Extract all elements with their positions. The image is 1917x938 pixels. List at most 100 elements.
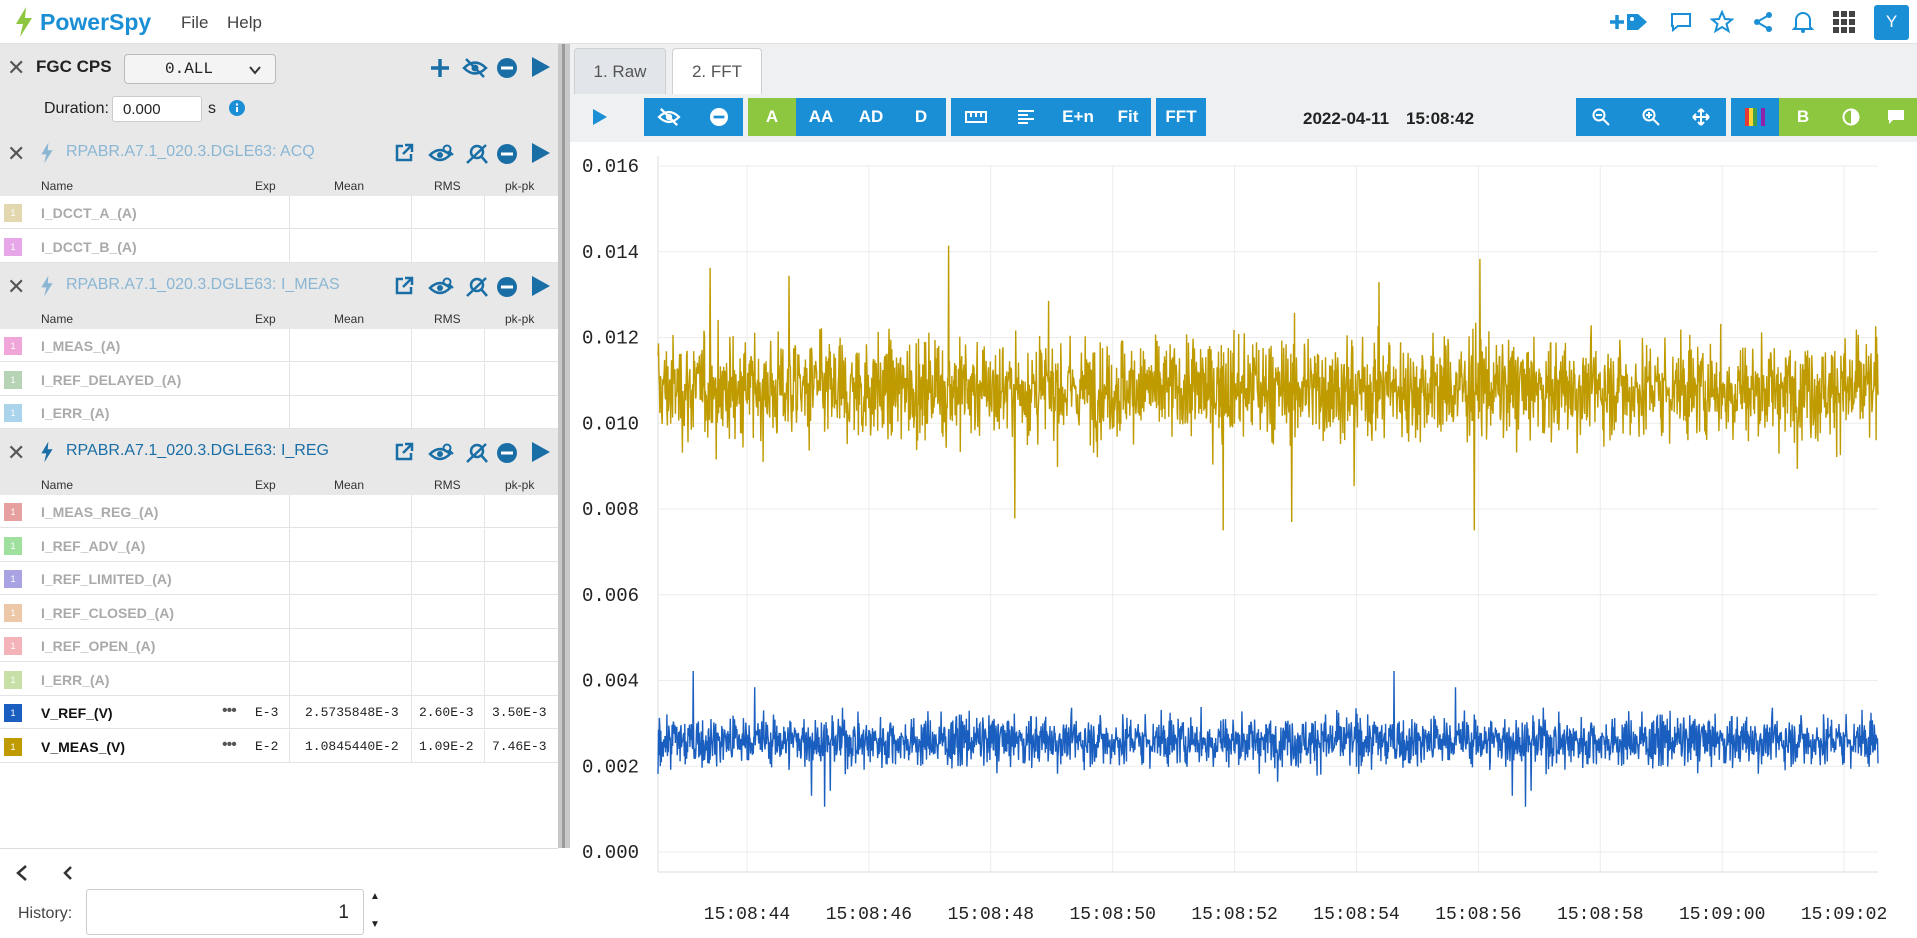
- remove-icon[interactable]: [497, 58, 517, 78]
- signal-row[interactable]: 1 I_MEAS_REG_(A): [0, 495, 558, 528]
- signal-row[interactable]: 1 I_MEAS_(A): [0, 329, 558, 362]
- chevron-left-icon[interactable]: [15, 864, 29, 882]
- info-icon[interactable]: [229, 100, 245, 116]
- palette-button[interactable]: [1731, 98, 1779, 136]
- remove-icon[interactable]: [497, 443, 517, 463]
- signal-chart[interactable]: 0.016 0.014 0.012 0.010 0.008 0.006 0.004 0.002…: [570, 142, 1917, 938]
- cell-divider: [411, 529, 412, 562]
- selector-dropdown[interactable]: 0.ALL: [124, 54, 276, 84]
- remove-icon[interactable]: [497, 277, 517, 297]
- mode-d-button[interactable]: D: [896, 98, 946, 136]
- signal-color-swatch[interactable]: 1: [4, 371, 22, 389]
- signal-color-swatch[interactable]: 1: [4, 537, 22, 555]
- popout-icon[interactable]: [394, 143, 414, 163]
- annotation-button[interactable]: [1875, 98, 1917, 136]
- zoom-eye-icon[interactable]: [428, 442, 454, 464]
- tab-raw[interactable]: 1. Raw: [574, 48, 666, 94]
- chevron-left-small-icon[interactable]: [62, 866, 74, 880]
- play-icon[interactable]: [531, 275, 551, 297]
- signal-row[interactable]: 1 I_REF_CLOSED_(A): [0, 596, 558, 629]
- duration-input[interactable]: 0.000: [112, 96, 202, 122]
- zoom-in-button[interactable]: [1626, 98, 1676, 136]
- signal-row[interactable]: 1 I_REF_ADV_(A): [0, 529, 558, 562]
- contrast-icon: [1842, 108, 1860, 126]
- zoom-slash-icon[interactable]: [464, 442, 490, 464]
- fft-button[interactable]: FFT: [1156, 98, 1206, 136]
- fit-button[interactable]: Fit: [1105, 98, 1151, 136]
- zoom-slash-icon[interactable]: [464, 143, 490, 165]
- signal-color-swatch[interactable]: 1: [4, 503, 22, 521]
- zoom-eye-icon[interactable]: [428, 276, 454, 298]
- mode-a-button[interactable]: A: [748, 98, 796, 136]
- move-icon: [1692, 108, 1710, 126]
- close-icon[interactable]: ✕: [7, 274, 25, 300]
- popout-icon[interactable]: [394, 442, 414, 462]
- signal-color-swatch[interactable]: 1: [4, 404, 22, 422]
- signal-color-swatch[interactable]: 1: [4, 238, 22, 256]
- mode-ad-button[interactable]: AD: [846, 98, 896, 136]
- group-header: ✕ RPABR.A7.1_020.3.DGLE63: I_MEAS: [0, 263, 558, 309]
- signal-row[interactable]: 1 I_REF_LIMITED_(A): [0, 562, 558, 595]
- avatar[interactable]: Y: [1874, 4, 1909, 40]
- signal-row[interactable]: 1 I_REF_OPEN_(A): [0, 629, 558, 662]
- bell-icon[interactable]: [1792, 10, 1814, 34]
- x-tick-label: 15:08:58: [1557, 905, 1643, 925]
- zoom-out-button[interactable]: [1576, 98, 1626, 136]
- popout-icon[interactable]: [394, 276, 414, 296]
- more-options-icon[interactable]: •••: [222, 736, 237, 754]
- signal-row[interactable]: 1 I_DCCT_A_(A): [0, 196, 558, 229]
- menu-help[interactable]: Help: [227, 13, 262, 33]
- lightning-icon: [41, 275, 53, 297]
- signal-color-swatch[interactable]: 1: [4, 704, 22, 722]
- signal-color-swatch[interactable]: 1: [4, 637, 22, 655]
- remove-button[interactable]: [694, 98, 743, 136]
- add-icon[interactable]: [430, 58, 450, 78]
- signal-row[interactable]: 1 V_REF_(V) ••• E-3 2.5735848E-3 2.60E-3 3.50E…: [0, 696, 558, 729]
- signal-color-swatch[interactable]: 1: [4, 570, 22, 588]
- signal-row[interactable]: 1 I_DCCT_B_(A): [0, 230, 558, 263]
- signal-row[interactable]: 1 I_REF_DELAYED_(A): [0, 363, 558, 396]
- tab-fft[interactable]: 2. FFT: [672, 48, 762, 94]
- run-button[interactable]: [582, 98, 618, 136]
- grid-icon[interactable]: [1832, 10, 1856, 34]
- add-tag-icon[interactable]: [1608, 10, 1652, 34]
- close-icon[interactable]: ✕: [7, 440, 25, 466]
- play-icon[interactable]: [531, 441, 551, 463]
- spinner-up-icon[interactable]: ▲: [370, 891, 380, 902]
- pan-button[interactable]: [1676, 98, 1726, 136]
- play-icon[interactable]: [531, 142, 551, 164]
- history-input[interactable]: 1: [86, 889, 364, 935]
- menu-file[interactable]: File: [181, 13, 208, 33]
- bold-button[interactable]: B: [1779, 98, 1827, 136]
- contrast-button[interactable]: [1827, 98, 1875, 136]
- star-icon[interactable]: [1710, 10, 1734, 34]
- signal-row[interactable]: 1 I_ERR_(A): [0, 663, 558, 696]
- play-icon[interactable]: [531, 56, 551, 78]
- signal-color-swatch[interactable]: 1: [4, 671, 22, 689]
- zoom-slash-icon[interactable]: [464, 276, 490, 298]
- ruler-button[interactable]: [951, 98, 1001, 136]
- hide-button[interactable]: [644, 98, 694, 136]
- signal-color-swatch[interactable]: 1: [4, 204, 22, 222]
- eye-slash-icon[interactable]: [462, 57, 488, 79]
- signal-color-swatch[interactable]: 1: [4, 604, 22, 622]
- spinner-down-icon[interactable]: ▼: [370, 919, 380, 930]
- close-icon[interactable]: ✕: [7, 55, 25, 81]
- signal-color-swatch[interactable]: 1: [4, 337, 22, 355]
- signal-color-swatch[interactable]: 1: [4, 738, 22, 756]
- signal-name: I_REF_OPEN_(A): [41, 638, 156, 654]
- signal-row[interactable]: 1 I_ERR_(A): [0, 396, 558, 429]
- align-button[interactable]: [1001, 98, 1051, 136]
- signal-row[interactable]: 1 V_MEAS_(V) ••• E-2 1.0845440E-2 1.09E-2 7.46…: [0, 730, 558, 763]
- more-options-icon[interactable]: •••: [222, 702, 237, 720]
- x-tick-label: 15:08:52: [1191, 905, 1277, 925]
- mode-aa-button[interactable]: AA: [796, 98, 846, 136]
- comment-icon[interactable]: [1670, 11, 1692, 33]
- zoom-eye-icon[interactable]: [428, 143, 454, 165]
- close-icon[interactable]: ✕: [7, 141, 25, 167]
- share-icon[interactable]: [1752, 11, 1774, 33]
- exponent-button[interactable]: E+n: [1051, 98, 1105, 136]
- app-logo[interactable]: PowerSpy: [14, 7, 151, 37]
- remove-icon[interactable]: [497, 144, 517, 164]
- timestamp-time: 15:08:42: [1406, 109, 1475, 128]
